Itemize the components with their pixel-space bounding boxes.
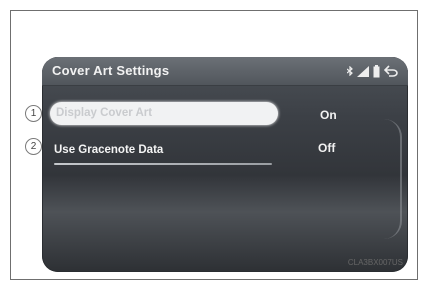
callout-2: 2 bbox=[25, 138, 42, 155]
row-divider bbox=[54, 163, 272, 165]
bluetooth-icon bbox=[347, 66, 353, 76]
display-cover-art-label: Display Cover Art bbox=[56, 107, 153, 119]
use-gracenote-data-button[interactable]: Use Gracenote Data bbox=[54, 140, 163, 160]
use-gracenote-data-value: Off bbox=[318, 141, 336, 155]
figure-frame: Cover Art Settings Display Cover Art On bbox=[10, 10, 418, 280]
screen-title: Cover Art Settings bbox=[52, 63, 170, 78]
screen-edge-arc bbox=[384, 119, 402, 239]
callout-1: 1 bbox=[25, 105, 42, 122]
display-cover-art-value: On bbox=[320, 108, 337, 122]
signal-strength-icon bbox=[357, 65, 369, 77]
back-arrow-icon[interactable] bbox=[384, 65, 398, 77]
battery-icon bbox=[373, 64, 380, 78]
status-bar bbox=[347, 63, 398, 79]
screen-header: Cover Art Settings bbox=[42, 57, 408, 86]
display-cover-art-button[interactable]: Display Cover Art bbox=[50, 102, 278, 125]
figure-code: CLA3BX007US bbox=[347, 258, 403, 267]
display-screen: Cover Art Settings Display Cover Art On bbox=[42, 57, 408, 272]
